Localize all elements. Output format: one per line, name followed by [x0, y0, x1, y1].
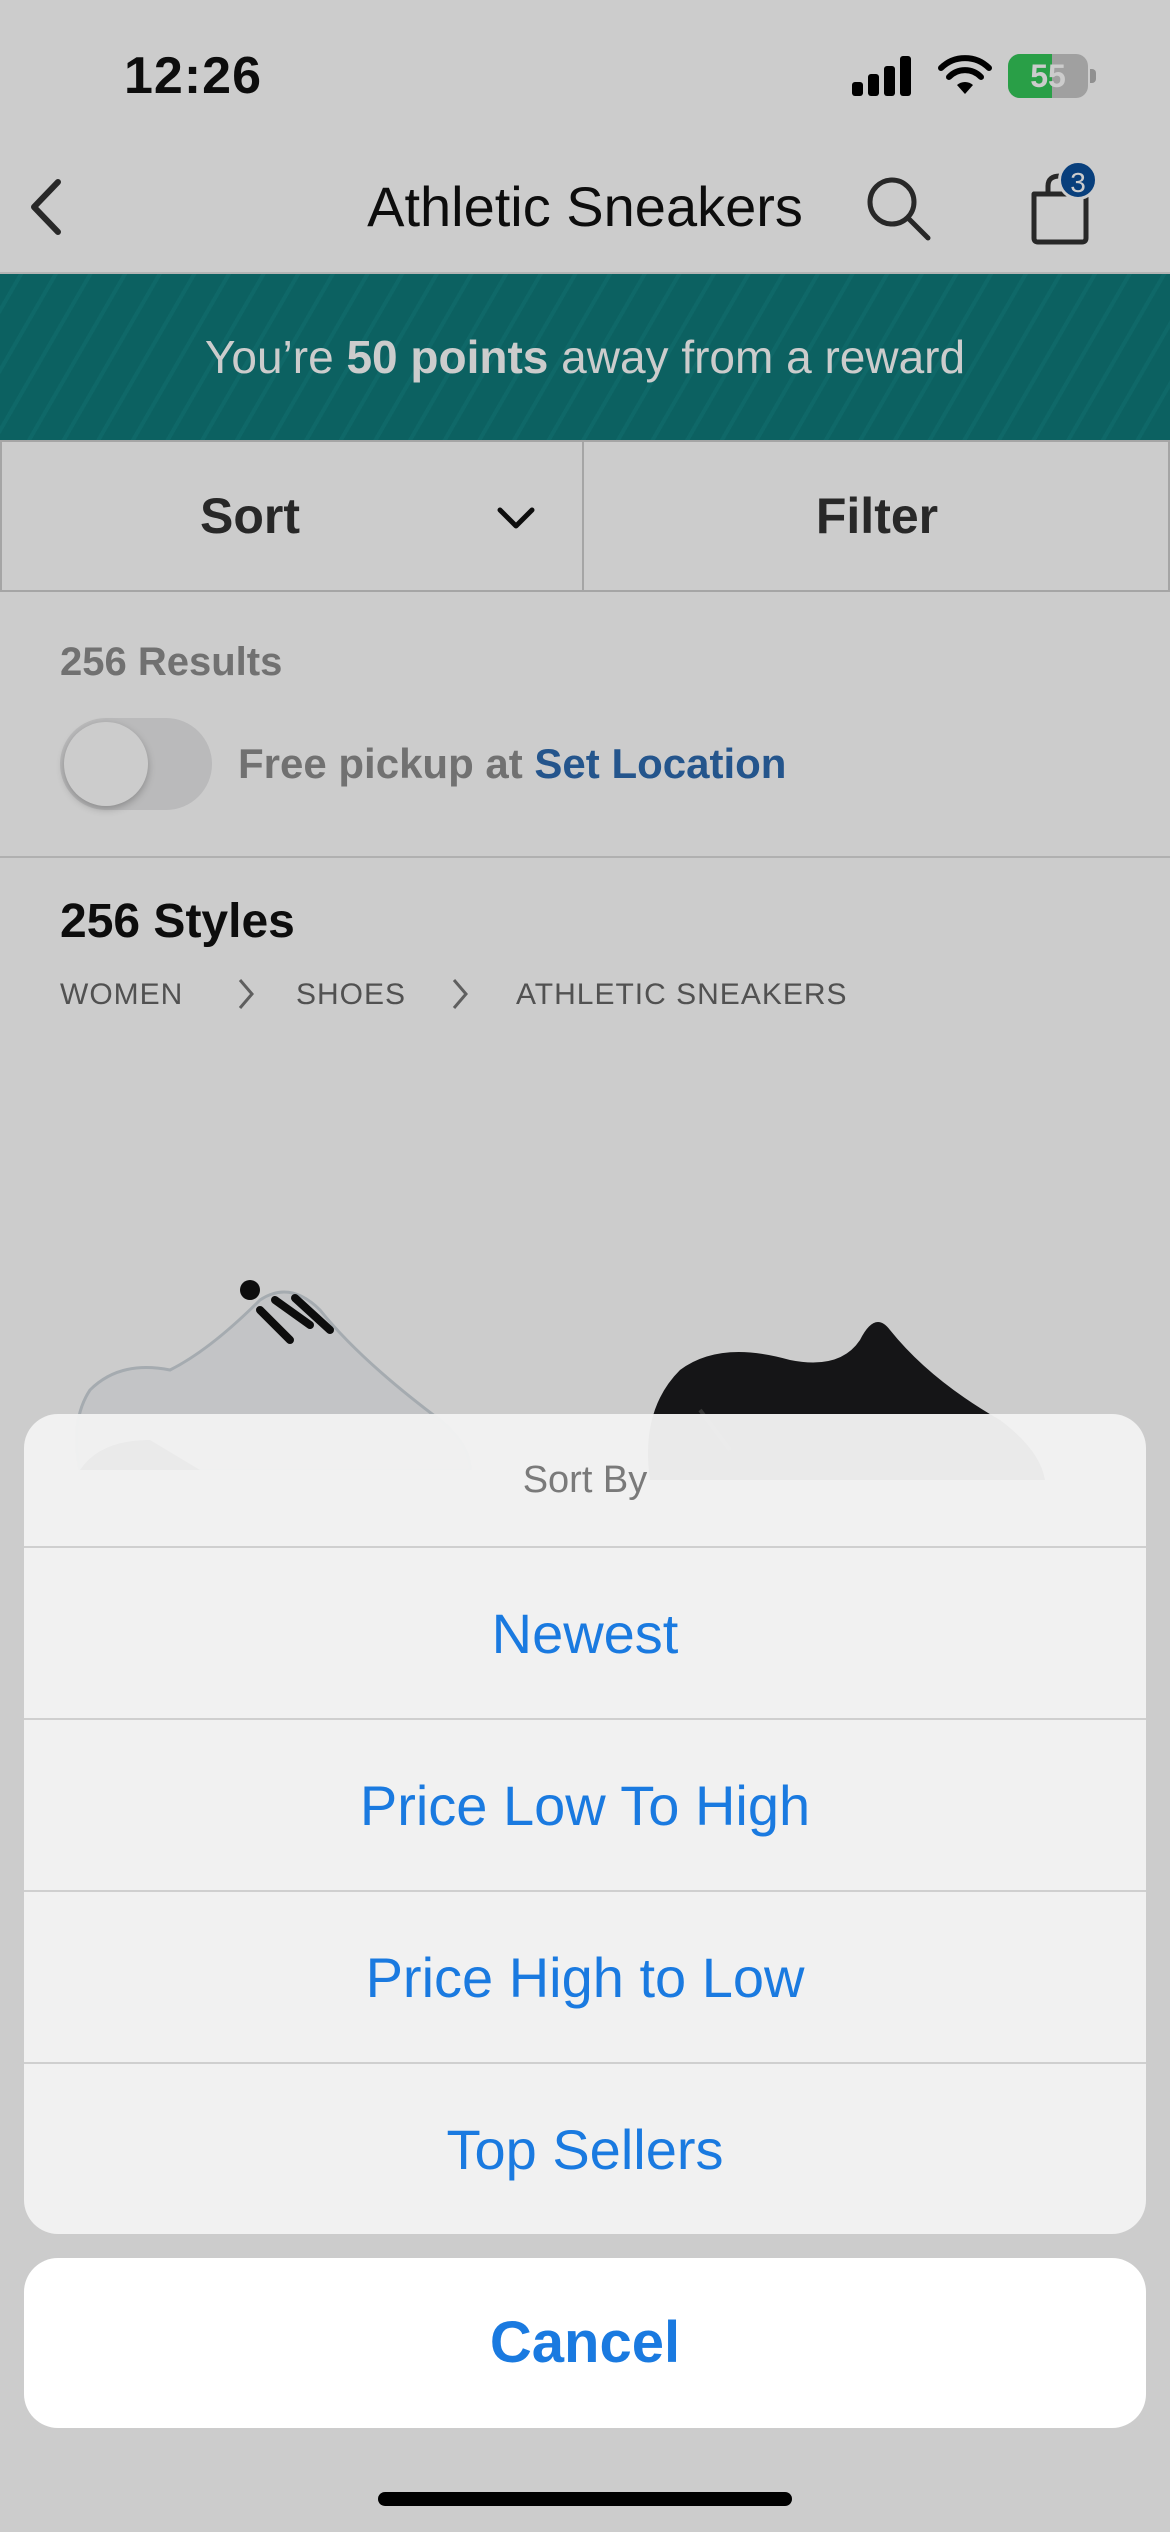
sort-option-top-sellers[interactable]: Top Sellers [24, 2062, 1146, 2234]
home-indicator[interactable] [378, 2492, 792, 2506]
cancel-button[interactable]: Cancel [24, 2258, 1146, 2428]
sort-option-price-high-to-low[interactable]: Price High to Low [24, 1890, 1146, 2064]
sheet-title: Sort By [522, 1459, 648, 1501]
sort-option-price-low-to-high[interactable]: Price Low To High [24, 1718, 1146, 1892]
sort-by-action-sheet: Sort By Newest Price Low To High Price H… [24, 1414, 1146, 2234]
sort-option-newest[interactable]: Newest [24, 1546, 1146, 1720]
